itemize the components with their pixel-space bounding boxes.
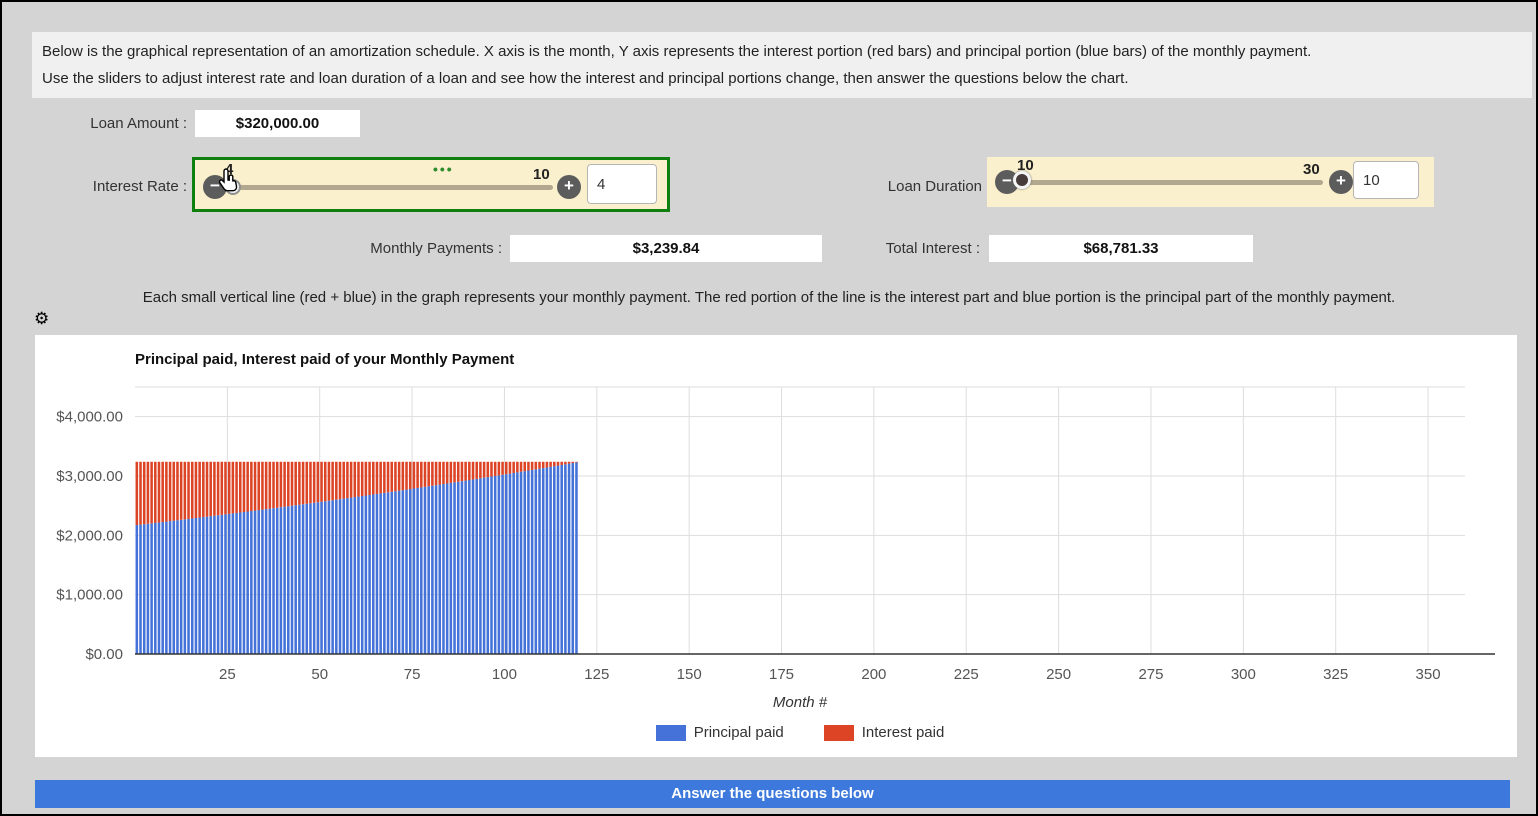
svg-text:125: 125 xyxy=(584,666,609,683)
interest-rate-input[interactable] xyxy=(587,164,657,204)
svg-text:300: 300 xyxy=(1231,666,1256,683)
interest-legend-label: Interest paid xyxy=(862,724,945,741)
principal-legend-label: Principal paid xyxy=(694,724,784,741)
loan-duration-plus-button[interactable]: + xyxy=(1329,170,1353,194)
svg-text:$0.00: $0.00 xyxy=(85,646,123,663)
svg-text:$2,000.00: $2,000.00 xyxy=(56,527,123,544)
gear-icon[interactable]: ⚙ xyxy=(34,310,49,327)
monthly-payments-label: Monthly Payments : xyxy=(332,240,502,257)
loan-amount-label: Loan Amount : xyxy=(42,115,187,132)
svg-text:100: 100 xyxy=(492,666,517,683)
svg-text:275: 275 xyxy=(1138,666,1163,683)
chart-legend: Principal paid Interest paid xyxy=(135,724,1465,741)
chart-x-axis-label: Month # xyxy=(135,694,1465,711)
svg-text:325: 325 xyxy=(1323,666,1348,683)
loan-duration-input[interactable] xyxy=(1353,161,1419,199)
loan-amount-field[interactable]: $320,000.00 xyxy=(195,110,360,137)
plus-icon: + xyxy=(564,176,574,195)
svg-text:25: 25 xyxy=(219,666,236,683)
svg-text:$4,000.00: $4,000.00 xyxy=(56,409,123,426)
instructions-block: Below is the graphical representation of… xyxy=(32,32,1532,98)
svg-text:350: 350 xyxy=(1416,666,1441,683)
interest-rate-slider-panel: − 4 ••• 10 + xyxy=(192,157,670,212)
interest-rate-plus-button[interactable]: + xyxy=(557,175,581,199)
monthly-payments-value: $3,239.84 xyxy=(510,235,822,262)
bars xyxy=(136,462,578,654)
principal-legend-swatch xyxy=(656,725,686,741)
svg-text:$1,000.00: $1,000.00 xyxy=(56,587,123,604)
minus-icon: − xyxy=(1002,171,1012,190)
axis-tick-labels: $0.00 $1,000.00 $2,000.00 $3,000.00 $4,000.0… xyxy=(56,409,1440,683)
interest-rate-slider-track[interactable] xyxy=(235,185,553,190)
svg-text:225: 225 xyxy=(954,666,979,683)
loan-duration-slider-panel: − 10 30 + xyxy=(987,157,1434,207)
legend-item-principal: Principal paid xyxy=(656,724,784,741)
amortization-chart: $0.00 $1,000.00 $2,000.00 $3,000.00 $4,000.0… xyxy=(35,335,1517,757)
svg-text:$3,000.00: $3,000.00 xyxy=(56,468,123,485)
cursor-hand-icon xyxy=(217,167,243,202)
svg-text:75: 75 xyxy=(404,666,421,683)
loan-duration-slider-thumb[interactable] xyxy=(1013,171,1031,189)
total-interest-value: $68,781.33 xyxy=(989,235,1253,262)
svg-text:175: 175 xyxy=(769,666,794,683)
svg-text:200: 200 xyxy=(861,666,886,683)
svg-text:250: 250 xyxy=(1046,666,1071,683)
svg-text:150: 150 xyxy=(677,666,702,683)
interest-rate-max-value: 10 xyxy=(533,166,550,183)
instructions-line-1: Below is the graphical representation of… xyxy=(42,38,1522,65)
interest-legend-swatch xyxy=(824,725,854,741)
total-interest-label: Total Interest : xyxy=(860,240,980,257)
loan-duration-label: Loan Duration xyxy=(862,178,982,195)
answer-questions-button[interactable]: Answer the questions below xyxy=(35,780,1510,808)
chart-title: Principal paid, Interest paid of your Mo… xyxy=(135,351,514,368)
chart-note: Each small vertical line (red + blue) in… xyxy=(2,289,1536,306)
loan-duration-slider-track[interactable] xyxy=(1027,180,1323,185)
legend-item-interest: Interest paid xyxy=(824,724,945,741)
amortization-app: Below is the graphical representation of… xyxy=(0,0,1538,816)
svg-text:50: 50 xyxy=(311,666,328,683)
instructions-line-2: Use the sliders to adjust interest rate … xyxy=(42,65,1522,92)
plus-icon: + xyxy=(1336,171,1346,190)
interest-rate-label: Interest Rate : xyxy=(42,178,187,195)
slider-tick-dots: ••• xyxy=(433,161,454,177)
loan-duration-max-value: 30 xyxy=(1303,161,1320,178)
gridlines xyxy=(135,387,1465,654)
